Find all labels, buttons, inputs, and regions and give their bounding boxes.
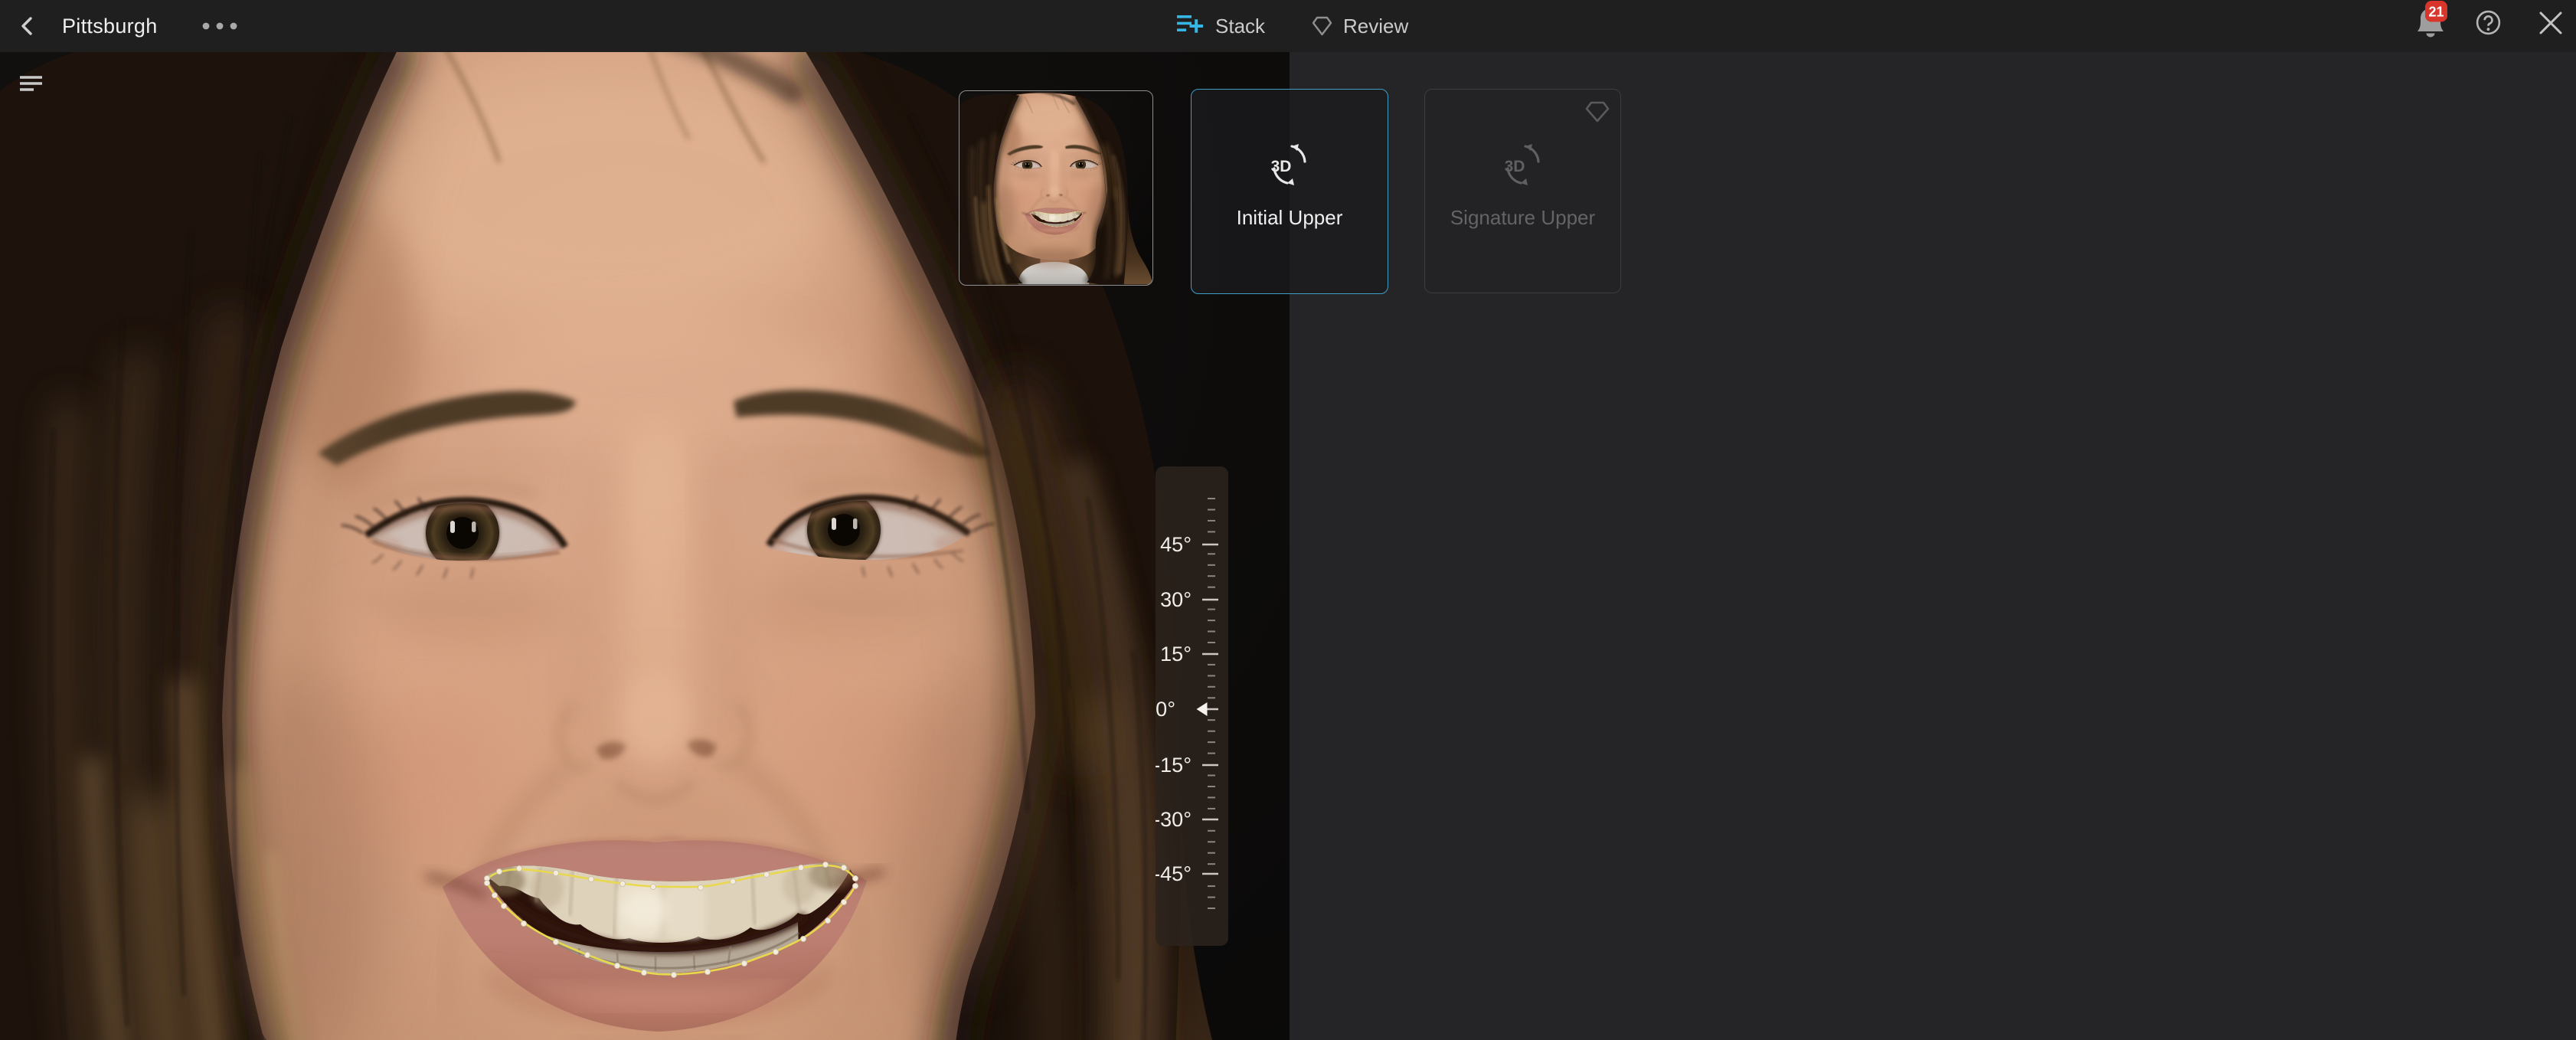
svg-text:-45°: -45°: [1156, 862, 1192, 885]
svg-text:21: 21: [2428, 5, 2444, 20]
svg-text:45°: 45°: [1160, 533, 1192, 556]
svg-text:15°: 15°: [1160, 643, 1192, 666]
svg-text:-15°: -15°: [1156, 754, 1192, 777]
svg-text:3D: 3D: [1504, 158, 1525, 175]
svg-text:30°: 30°: [1160, 588, 1192, 611]
svg-text:-30°: -30°: [1156, 808, 1192, 831]
svg-text:0°: 0°: [1156, 698, 1175, 721]
svg-text:3D: 3D: [1271, 158, 1292, 175]
